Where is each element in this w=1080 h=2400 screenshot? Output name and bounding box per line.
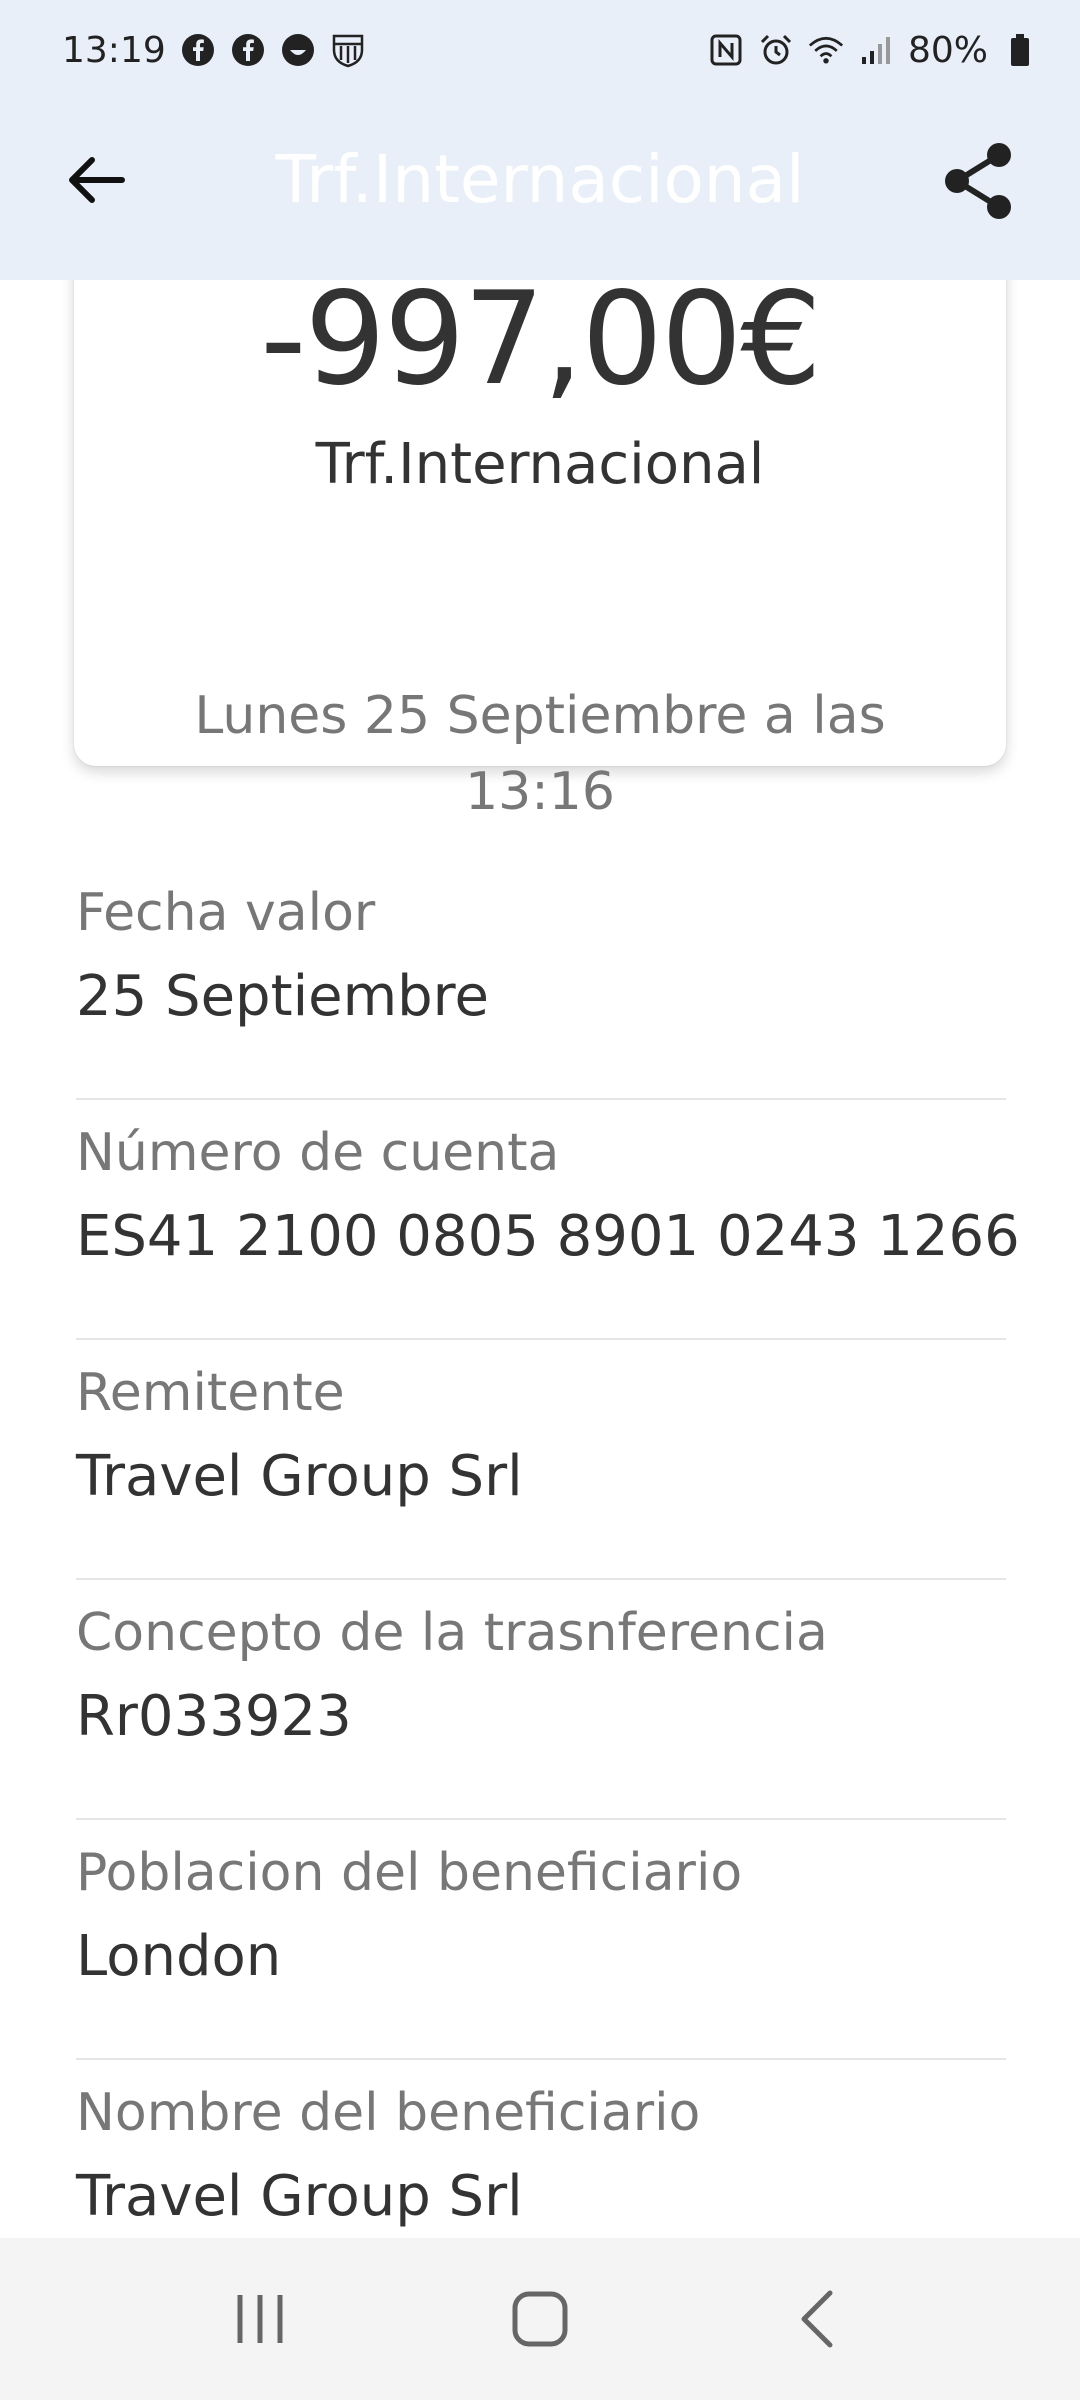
recent-apps-button[interactable]: [200, 2259, 320, 2379]
back-button[interactable]: [56, 140, 136, 220]
detail-label: Número de cuenta: [76, 1123, 560, 1183]
system-navigation-bar: [0, 2238, 1080, 2400]
page-title: Trf.Internacional: [275, 141, 805, 218]
smiley-icon: [280, 32, 316, 68]
facebook-icon: [230, 32, 266, 68]
wifi-icon: [808, 32, 844, 68]
transaction-date: Lunes 25 Septiembre a las 13:16: [194, 686, 886, 822]
transaction-title: Trf.Internacional: [315, 432, 765, 497]
detail-value: Rr033923: [76, 1684, 352, 1749]
home-button[interactable]: [480, 2259, 600, 2379]
detail-value: 25 Septiembre: [76, 964, 489, 1029]
battery-icon: [1002, 32, 1038, 68]
detail-row-remitente: Remitente Travel Group Srl: [76, 1340, 1006, 1580]
detail-row-numero-cuenta: Número de cuenta ES41 2100 0805 8901 024…: [76, 1100, 1020, 1340]
status-bar: 13:19 80%: [0, 0, 1080, 100]
system-back-button[interactable]: [760, 2259, 880, 2379]
nfc-icon: [708, 32, 744, 68]
detail-row-fecha-valor: Fecha valor 25 Septiembre: [76, 860, 1006, 1100]
signal-icon: [858, 32, 894, 68]
status-time: 13:19: [62, 29, 166, 71]
alarm-icon: [758, 32, 794, 68]
detail-label: Remitente: [76, 1363, 345, 1423]
detail-label: Poblacion del beneficiario: [76, 1843, 743, 1903]
arrow-left-icon: [69, 157, 125, 203]
battery-percent: 80%: [907, 29, 988, 71]
detail-label: Concepto de la trasnferencia: [76, 1603, 828, 1663]
detail-value: Travel Group Srl: [76, 1444, 523, 1509]
header: 13:19 80% Trf.Internacional: [0, 0, 1080, 280]
transaction-details-list: Fecha valor 25 Septiembre Número de cuen…: [76, 860, 1020, 2300]
transaction-detail-screen: -997,00€ Trf.Internacional Lunes 25 Sept…: [0, 0, 1080, 2400]
detail-row-concepto: Concepto de la trasnferencia Rr033923: [76, 1580, 1006, 1820]
recent-apps-icon: [237, 2295, 283, 2343]
detail-value: London: [76, 1924, 282, 1989]
home-icon: [512, 2291, 568, 2347]
detail-value: ES41 2100 0805 8901 0243 1266: [76, 1204, 1020, 1269]
detail-row-poblacion-beneficiario: Poblacion del beneficiario London: [76, 1820, 1006, 2060]
share-button[interactable]: [934, 136, 1024, 226]
detail-value: Travel Group Srl: [76, 2164, 523, 2229]
share-icon: [945, 143, 1011, 219]
fc-barcelona-icon: [330, 32, 366, 68]
app-bar: Trf.Internacional: [0, 100, 1080, 280]
facebook-icon: [180, 32, 216, 68]
back-icon: [801, 2290, 833, 2348]
detail-label: Nombre del beneficiario: [76, 2083, 701, 2143]
detail-label: Fecha valor: [76, 883, 376, 943]
transaction-amount: -997,00€: [260, 265, 822, 414]
